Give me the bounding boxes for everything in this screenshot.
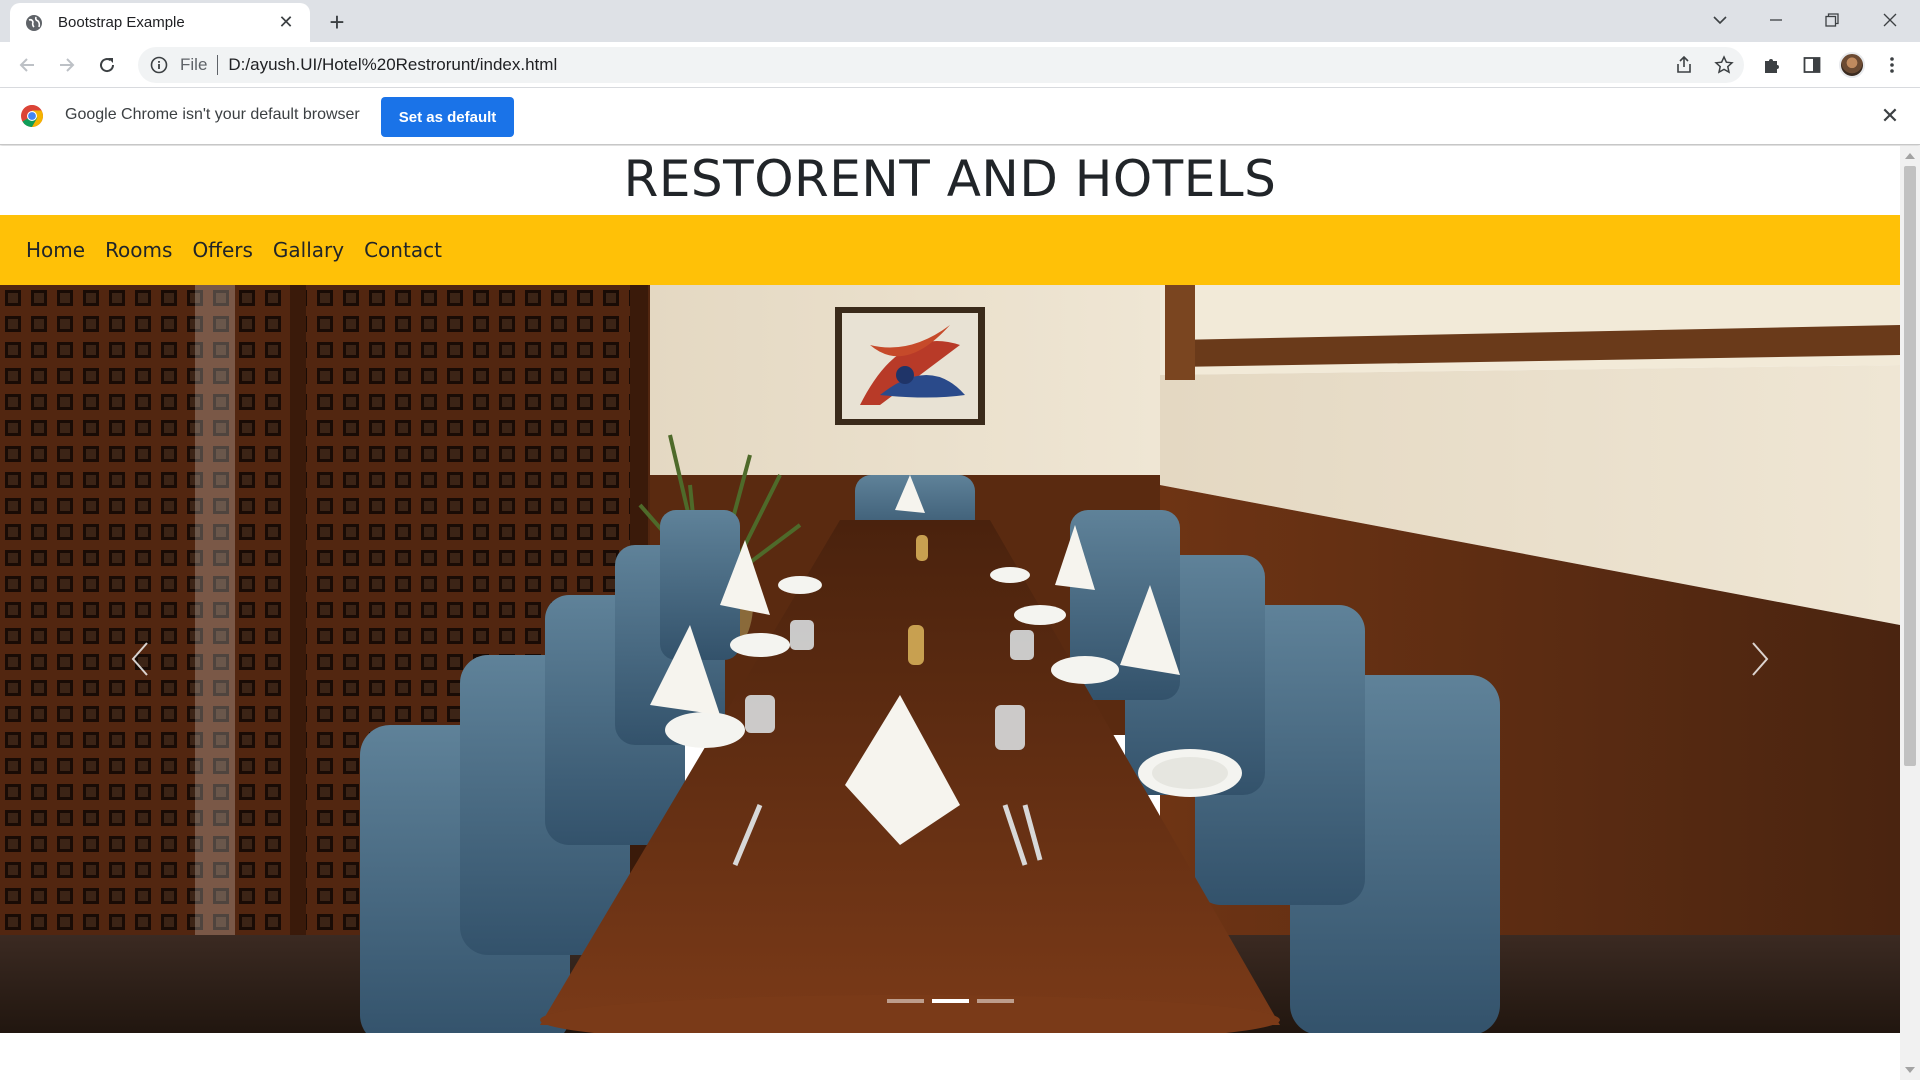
address-divider (217, 55, 219, 75)
set-as-default-button[interactable]: Set as default (381, 97, 514, 137)
tab-title: Bootstrap Example (58, 14, 185, 31)
nav-item-offers[interactable]: Offers (182, 238, 262, 262)
puzzle-icon (1765, 59, 1779, 73)
tab-close-icon[interactable]: ✕ (276, 12, 296, 33)
scroll-down-arrow-icon[interactable] (1905, 1067, 1915, 1073)
infobar-close-icon[interactable]: ✕ (1878, 103, 1902, 128)
chrome-logo-icon (21, 105, 43, 127)
default-browser-infobar: Google Chrome isn't your default browser… (0, 88, 1920, 145)
kebab-menu-icon (1890, 57, 1894, 73)
reload-button[interactable] (91, 49, 123, 81)
tab-search-button[interactable] (1692, 0, 1748, 40)
tab-strip: Bootstrap Example ✕ + (0, 0, 1920, 42)
nav-item-home[interactable]: Home (16, 238, 95, 262)
avatar (1839, 52, 1865, 78)
arrow-right-icon (60, 58, 75, 72)
arrow-left-icon (19, 58, 34, 72)
restore-button[interactable] (1804, 0, 1860, 40)
profile-button[interactable] (1836, 49, 1868, 81)
chevron-right-icon (1752, 642, 1769, 676)
globe-icon (26, 14, 42, 31)
carousel-prev-button[interactable] (0, 285, 280, 1033)
new-tab-button[interactable]: + (322, 7, 352, 37)
browser-tab[interactable]: Bootstrap Example ✕ (10, 3, 310, 42)
nav-item-contact[interactable]: Contact (354, 238, 452, 262)
back-button[interactable] (11, 49, 43, 81)
bookmark-star-icon[interactable] (1714, 55, 1734, 75)
page-title: RESTORENT AND HOTELS (623, 150, 1277, 208)
restore-icon (1825, 13, 1839, 27)
close-window-button[interactable] (1862, 0, 1918, 40)
carousel-indicator-3[interactable] (976, 999, 1014, 1003)
address-bar[interactable]: File D:/ayush.UI/Hotel%20Restrorunt/inde… (138, 47, 1744, 83)
chevron-left-icon (131, 642, 148, 676)
chevron-down-icon (1713, 16, 1727, 25)
info-icon (150, 56, 168, 74)
carousel-indicators (0, 999, 1900, 1003)
side-panel-button[interactable] (1796, 49, 1828, 81)
address-scheme: File (180, 55, 208, 74)
minimize-icon (1770, 19, 1782, 21)
menu-button[interactable] (1876, 49, 1908, 81)
image-carousel (0, 285, 1900, 1033)
carousel-indicator-1[interactable] (886, 999, 924, 1003)
minimize-button[interactable] (1748, 0, 1804, 40)
scroll-up-arrow-icon[interactable] (1905, 153, 1915, 159)
page-viewport: RESTORENT AND HOTELS Home Rooms Offers G… (0, 146, 1900, 1080)
extensions-button[interactable] (1756, 49, 1788, 81)
scrollbar-thumb[interactable] (1904, 166, 1916, 766)
carousel-indicator-2[interactable] (931, 999, 969, 1003)
site-navbar: Home Rooms Offers Gallary Contact (0, 215, 1900, 285)
side-panel-icon (1803, 57, 1821, 73)
nav-item-gallary[interactable]: Gallary (263, 238, 354, 262)
forward-button[interactable] (51, 49, 83, 81)
browser-toolbar: File D:/ayush.UI/Hotel%20Restrorunt/inde… (0, 42, 1920, 88)
carousel-slide-image (0, 285, 1900, 1033)
page-scrollbar[interactable] (1900, 146, 1920, 1080)
carousel-next-button[interactable] (1620, 285, 1900, 1033)
reload-icon (100, 58, 115, 73)
nav-item-rooms[interactable]: Rooms (95, 238, 182, 262)
address-url[interactable]: D:/ayush.UI/Hotel%20Restrorunt/index.htm… (228, 55, 557, 75)
close-icon (1883, 13, 1897, 27)
infobar-message: Google Chrome isn't your default browser (65, 106, 360, 123)
share-icon[interactable] (1674, 55, 1694, 75)
omnibox-actions (1674, 47, 1734, 83)
